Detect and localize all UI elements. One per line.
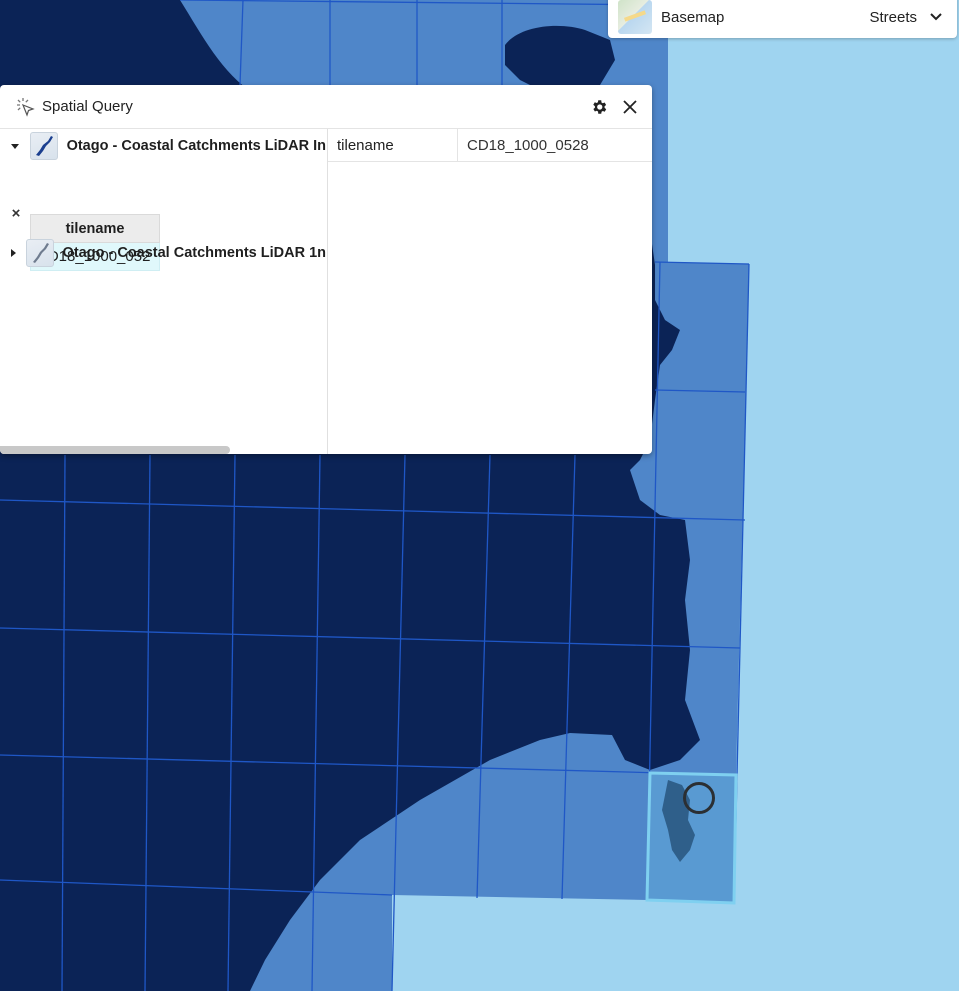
layer-row-1[interactable]: Otago - Coastal Catchments LiDAR In bbox=[0, 129, 326, 163]
layer-row-2[interactable]: Otago - Coastal Catchments LiDAR 1n bbox=[0, 236, 326, 270]
attribute-pane: tilename CD18_1000_0528 bbox=[327, 129, 652, 454]
gear-icon[interactable] bbox=[587, 95, 611, 119]
panel-header: Spatial Query bbox=[0, 85, 652, 129]
spatial-query-panel: Spatial Query Otago - Coastal Catchments… bbox=[0, 85, 652, 454]
lidar-layer-icon bbox=[29, 132, 58, 160]
layer-results-pane: Otago - Coastal Catchments LiDAR In tile… bbox=[0, 129, 326, 454]
basemap-label: Basemap bbox=[661, 8, 725, 26]
attribute-row: tilename CD18_1000_0528 bbox=[328, 129, 652, 162]
layer-name: Otago - Coastal Catchments LiDAR In bbox=[66, 138, 326, 154]
panel-title: Spatial Query bbox=[42, 98, 133, 115]
layer-name: Otago - Coastal Catchments LiDAR 1n bbox=[62, 245, 326, 261]
attribute-value: CD18_1000_0528 bbox=[467, 136, 589, 154]
horizontal-scrollbar[interactable] bbox=[0, 446, 230, 454]
basemap-value[interactable]: Streets bbox=[869, 9, 917, 26]
basemap-selector[interactable]: Basemap Streets bbox=[608, 0, 957, 38]
streets-map-thumbnail-icon bbox=[618, 0, 652, 34]
lidar-layer-icon bbox=[25, 239, 54, 267]
query-location-marker bbox=[683, 782, 715, 814]
pointer-click-icon bbox=[15, 97, 35, 117]
chevron-down-icon[interactable] bbox=[923, 4, 949, 30]
caret-right-icon[interactable] bbox=[0, 236, 26, 270]
close-icon[interactable] bbox=[618, 95, 642, 119]
attribute-key: tilename bbox=[328, 129, 458, 161]
caret-down-icon[interactable] bbox=[0, 129, 30, 163]
remove-result-icon[interactable]: × bbox=[8, 204, 24, 222]
